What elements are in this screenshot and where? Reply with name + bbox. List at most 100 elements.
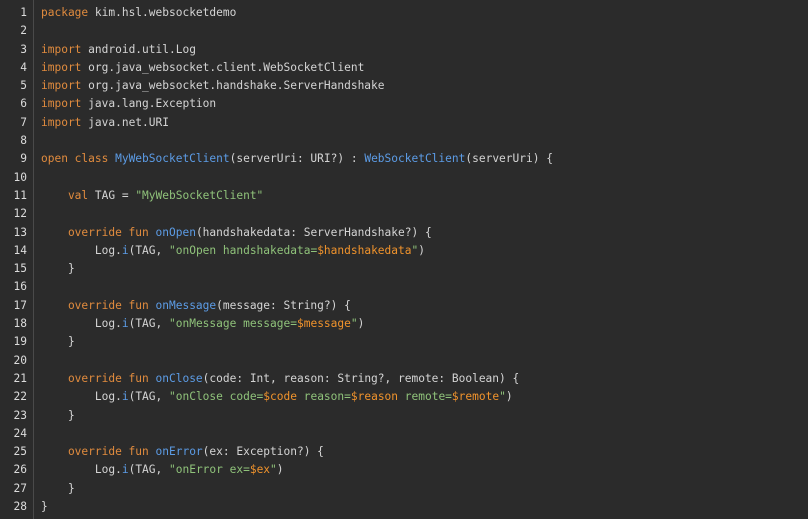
code-text: } (41, 407, 75, 425)
code-token: $message (296, 317, 351, 331)
code-text: } (41, 333, 75, 351)
line-number: 9 (20, 152, 27, 166)
code-token: (TAG, (128, 463, 169, 477)
line-number: 26 (13, 463, 27, 477)
code-line[interactable]: 28} (0, 498, 808, 516)
code-token: $remote (451, 390, 500, 404)
code-token: package (41, 6, 89, 19)
code-text: val TAG = "MyWebSocketClient" (41, 187, 263, 205)
line-number: 23 (13, 408, 27, 422)
code-line[interactable]: 1 package kim.hsl.websocketdemo (0, 4, 808, 22)
code-token: onMessage (155, 298, 217, 312)
code-text: } (41, 480, 75, 498)
code-token: " (270, 463, 277, 477)
code-token: "onClose code= (169, 390, 264, 404)
code-editor[interactable]: 1 package kim.hsl.websocketdemo 2 3 import a… (0, 0, 808, 519)
code-token: ) (276, 463, 284, 477)
code-token: kim.hsl.websocketdemo (88, 6, 237, 19)
code-token: $ex (249, 463, 271, 477)
code-token: remote= (398, 390, 452, 404)
code-token: org.java_websocket.handshake.ServerHands… (81, 79, 385, 93)
code-token: "onMessage message= (169, 317, 297, 331)
code-line[interactable]: 20 (0, 352, 808, 370)
code-line[interactable]: 27 } (0, 480, 808, 498)
code-line[interactable]: 17 override fun onMessage(message: Strin… (0, 297, 808, 315)
code-token: i (121, 390, 129, 404)
line-number: 27 (13, 481, 27, 495)
code-line[interactable]: 13 override fun onOpen(handshakedata: Se… (0, 224, 808, 242)
code-token: " (350, 317, 358, 331)
code-token: $code (263, 390, 297, 404)
code-token: import (41, 79, 82, 93)
code-line[interactable]: 25 override fun onError(ex: Exception?) … (0, 443, 808, 461)
code-text: Log.i(TAG, "onOpen handshakedata=$handsh… (41, 242, 425, 260)
code-area[interactable]: 1 package kim.hsl.websocketdemo 2 3 import a… (0, 4, 808, 516)
line-number: 2 (20, 24, 27, 38)
code-line[interactable]: 11 val TAG = "MyWebSocketClient" (0, 187, 808, 205)
code-line[interactable]: 5 import org.java_websocket.handshake.Ser… (0, 77, 808, 95)
line-number: 5 (20, 79, 27, 93)
line-number: 24 (13, 426, 27, 440)
code-text: } (41, 498, 48, 516)
code-token: import (41, 115, 82, 129)
code-token: (TAG, (128, 317, 169, 331)
code-token: val (41, 188, 89, 202)
code-token: } (41, 481, 75, 495)
code-text: package kim.hsl.websocketdemo (41, 4, 236, 22)
code-token: override fun (41, 445, 156, 459)
code-line[interactable]: 24 (0, 425, 808, 443)
code-token: $handshakedata (317, 243, 412, 257)
code-token: onClose (155, 371, 203, 385)
code-line[interactable]: 4 import org.java_websocket.client.WebSoc… (0, 59, 808, 77)
code-line[interactable]: 2 (0, 22, 808, 40)
code-text: open class MyWebSocketClient(serverUri: … (41, 150, 553, 168)
code-token: java.lang.Exception (81, 97, 217, 111)
code-token: Log. (41, 390, 122, 404)
code-token: ) (505, 390, 513, 404)
code-line[interactable]: 23 } (0, 407, 808, 425)
code-line[interactable]: 6 import java.lang.Exception (0, 95, 808, 113)
code-token: "MyWebSocketClient" (135, 188, 264, 202)
line-number: 22 (13, 390, 27, 404)
code-text: Log.i(TAG, "onMessage message=$message") (41, 315, 365, 333)
code-line[interactable]: 3 import android.util.Log (0, 41, 808, 59)
code-token: import (41, 42, 82, 56)
code-line[interactable]: 15 } (0, 260, 808, 278)
code-text: import android.util.Log (41, 41, 196, 59)
code-text: } (41, 260, 75, 278)
code-token: (TAG, (128, 243, 169, 257)
code-line[interactable]: 12 (0, 205, 808, 223)
code-text: Log.i(TAG, "onError ex=$ex") (41, 461, 284, 479)
code-token: ) (418, 243, 425, 257)
code-token: import (41, 97, 82, 111)
code-token: (message: String?) { (216, 298, 351, 312)
code-line[interactable]: 22 Log.i(TAG, "onClose code=$code reason… (0, 388, 808, 406)
code-line[interactable]: 16 (0, 278, 808, 296)
line-number: 13 (13, 225, 27, 239)
code-token: onOpen (155, 225, 196, 239)
code-line[interactable]: 9 open class MyWebSocketClient(serverUri:… (0, 150, 808, 168)
code-token: "onError ex= (169, 463, 250, 477)
line-number: 12 (13, 207, 27, 221)
code-token: } (41, 335, 75, 349)
code-line[interactable]: 14 Log.i(TAG, "onOpen handshakedata=$han… (0, 242, 808, 260)
code-line[interactable]: 26 Log.i(TAG, "onError ex=$ex") (0, 461, 808, 479)
code-line[interactable]: 18 Log.i(TAG, "onMessage message=$messag… (0, 315, 808, 333)
code-line[interactable]: 7 import java.net.URI (0, 114, 808, 132)
line-number: 28 (13, 500, 27, 514)
line-number: 3 (20, 42, 27, 56)
line-number: 21 (13, 371, 27, 385)
code-line[interactable]: 10 (0, 169, 808, 187)
code-token: (serverUri: URI?) : (229, 152, 365, 166)
code-line[interactable]: 21 override fun onClose(code: Int, reaso… (0, 370, 808, 388)
code-text: import java.lang.Exception (41, 95, 216, 113)
code-token: (TAG, (128, 390, 169, 404)
code-text: override fun onMessage(message: String?)… (41, 297, 351, 315)
code-text: Log.i(TAG, "onClose code=$code reason=$r… (41, 388, 513, 406)
code-token: override fun (41, 298, 156, 312)
code-token: (code: Int, reason: String?, remote: Boo… (202, 371, 520, 385)
code-text: override fun onOpen(handshakedata: Serve… (41, 224, 432, 242)
code-line[interactable]: 8 (0, 132, 808, 150)
code-text: override fun onError(ex: Exception?) { (41, 443, 324, 461)
code-line[interactable]: 19 } (0, 333, 808, 351)
